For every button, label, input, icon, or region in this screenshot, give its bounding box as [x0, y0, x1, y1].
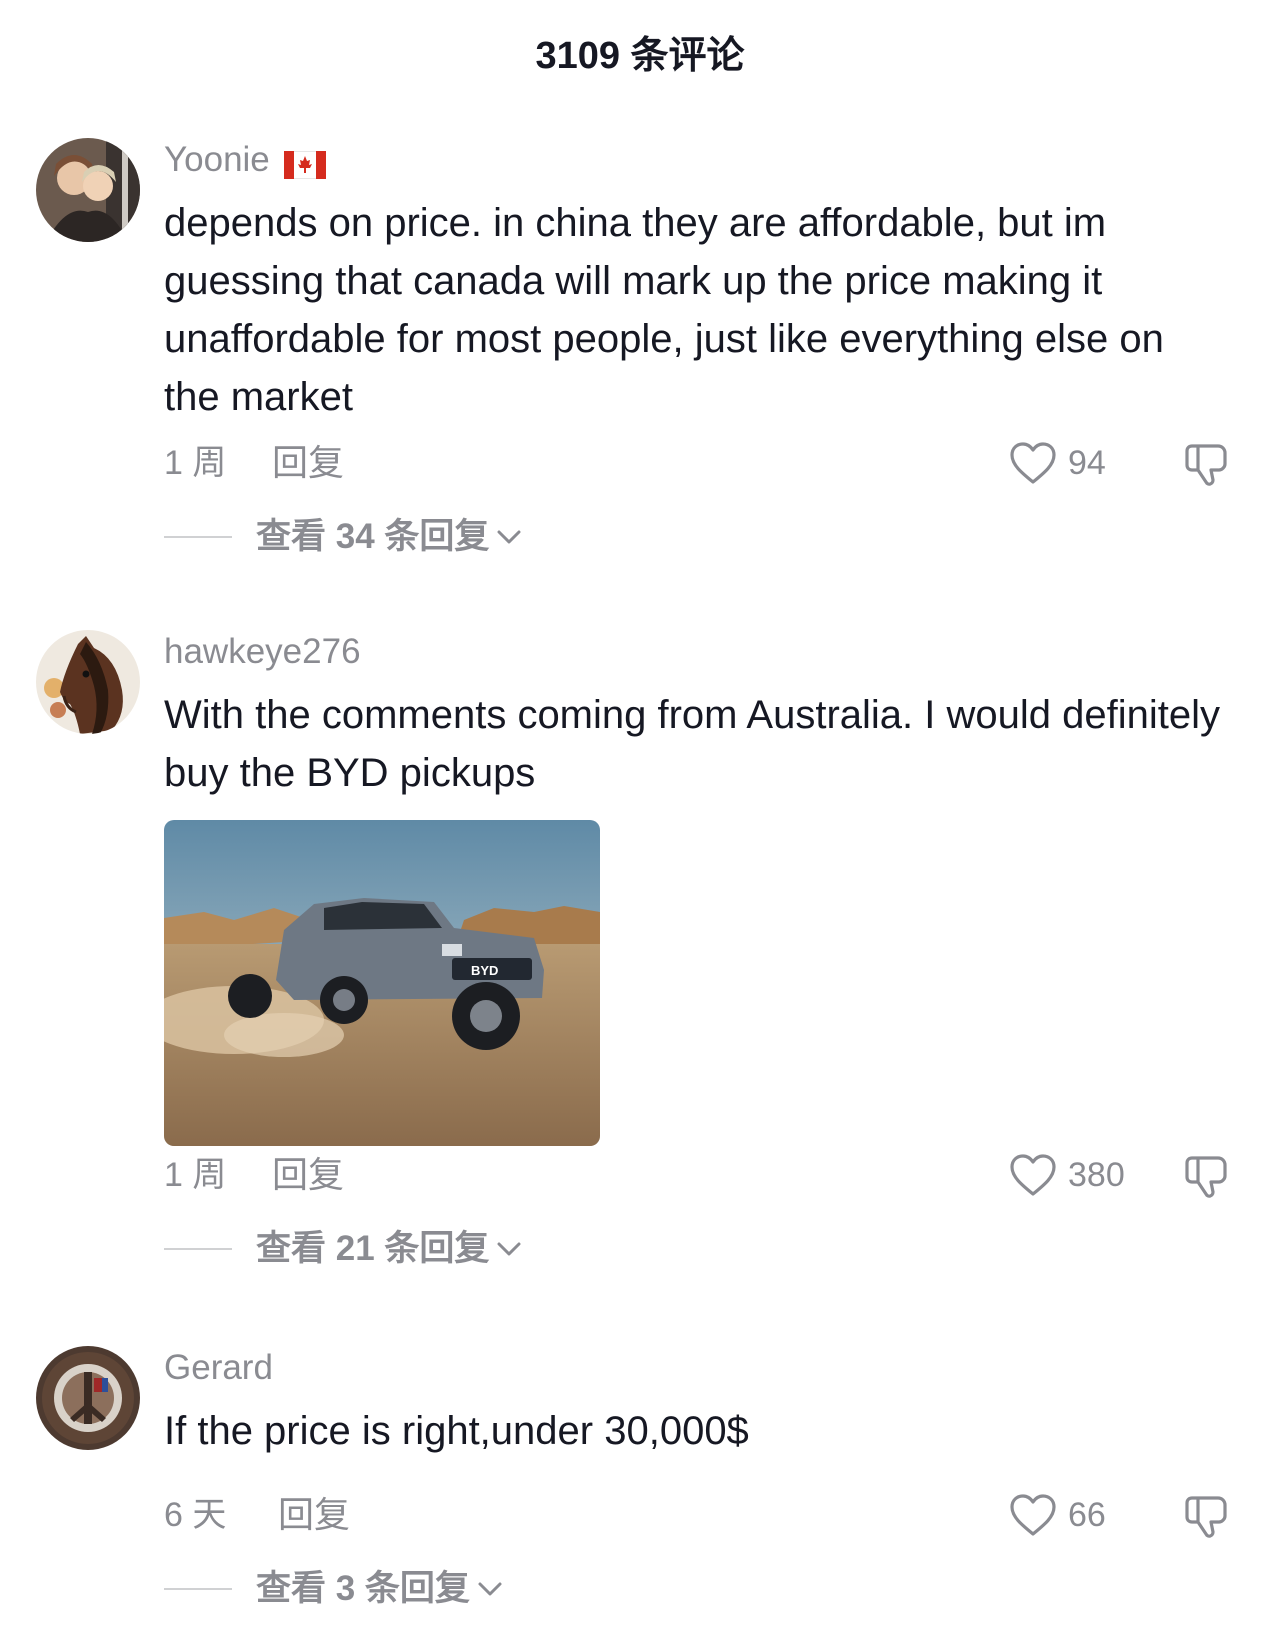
- dislike-icon: [1185, 1496, 1227, 1538]
- comment-actions: 1 周 回复 94: [164, 438, 1244, 488]
- view-replies-button[interactable]: 查看 21 条回复: [164, 1224, 523, 1274]
- comment-text: depends on price. in china they are affo…: [164, 201, 1164, 419]
- divider: [164, 1248, 232, 1250]
- attached-image[interactable]: BYD: [164, 820, 600, 1146]
- chevron-down-icon: [497, 1242, 521, 1256]
- avatar[interactable]: [36, 138, 140, 242]
- username-row[interactable]: hawkeye276: [164, 630, 1224, 674]
- username[interactable]: Yoonie: [164, 138, 270, 182]
- heart-icon: [1010, 442, 1056, 484]
- comment-count-title: 3109 条评论: [535, 35, 745, 77]
- chevron-down-icon: [497, 530, 521, 544]
- reply-button[interactable]: 回复: [278, 1490, 350, 1540]
- avatar[interactable]: [36, 630, 140, 734]
- comment-text: If the price is right,under 30,000$: [164, 1409, 749, 1453]
- view-replies-label: 查看 3 条回复: [256, 1569, 470, 1608]
- reply-button[interactable]: 回复: [272, 438, 344, 488]
- avatar[interactable]: [36, 1346, 140, 1450]
- comment-text: With the comments coming from Australia.…: [164, 693, 1220, 795]
- reply-button[interactable]: 回复: [272, 1150, 344, 1200]
- username-row[interactable]: Gerard: [164, 1346, 1224, 1390]
- dislike-button[interactable]: [1182, 440, 1234, 493]
- heart-icon: [1010, 1494, 1056, 1536]
- view-replies-label: 查看 21 条回复: [256, 1229, 490, 1268]
- heart-icon: [1010, 1154, 1056, 1196]
- canada-flag-icon: [283, 146, 327, 180]
- username[interactable]: Gerard: [164, 1346, 273, 1390]
- chevron-down-icon: [478, 1582, 502, 1596]
- divider: [164, 1588, 232, 1590]
- dislike-button[interactable]: [1182, 1492, 1234, 1545]
- comment-actions: 6 天 回复 66: [164, 1490, 1244, 1540]
- dislike-icon: [1185, 1156, 1227, 1198]
- view-replies-button[interactable]: 查看 34 条回复: [164, 512, 523, 562]
- like-button[interactable]: 66: [1008, 1490, 1106, 1540]
- view-replies-button[interactable]: 查看 3 条回复: [164, 1564, 504, 1614]
- divider: [164, 536, 232, 538]
- view-replies-label: 查看 34 条回复: [256, 517, 490, 556]
- dislike-button[interactable]: [1182, 1152, 1234, 1205]
- comment-time: 6 天: [164, 1496, 227, 1534]
- byd-logo-text: BYD: [471, 963, 498, 978]
- like-button[interactable]: 94: [1008, 438, 1106, 488]
- comments-header: 3109 条评论: [0, 26, 1280, 86]
- like-button[interactable]: 380: [1008, 1150, 1125, 1200]
- like-count: 380: [1068, 1156, 1125, 1194]
- like-count: 66: [1068, 1496, 1106, 1534]
- comment-actions: 1 周 回复 380: [164, 1150, 1244, 1200]
- username[interactable]: hawkeye276: [164, 630, 361, 674]
- username-row[interactable]: Yoonie: [164, 138, 1224, 182]
- comment-time: 1 周: [164, 444, 227, 482]
- comment-time: 1 周: [164, 1156, 227, 1194]
- like-count: 94: [1068, 444, 1106, 482]
- dislike-icon: [1185, 444, 1227, 486]
